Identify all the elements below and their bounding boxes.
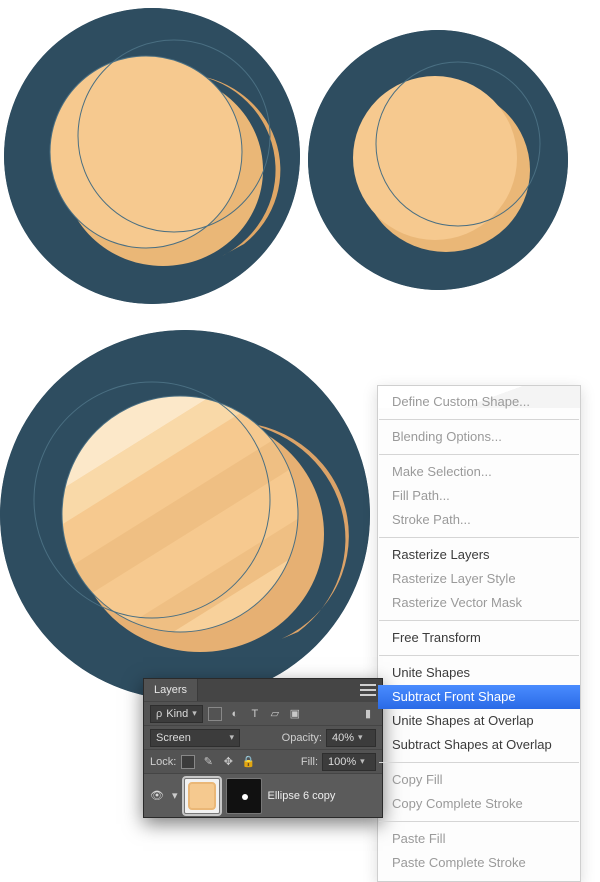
- lock-position-icon[interactable]: ✥: [220, 754, 236, 770]
- menu-separator: [379, 419, 579, 420]
- blend-opacity-row: Screen ▾ Opacity: 40% ▾: [144, 725, 382, 749]
- layers-filter-row: ρ Kind ▾ ◐ T ▱ ▣ ▮: [144, 701, 382, 725]
- opacity-value: 40%: [332, 732, 354, 744]
- menu-separator: [379, 620, 579, 621]
- lock-label: Lock:: [150, 756, 176, 768]
- filter-toggle-icon[interactable]: ▮: [360, 706, 376, 722]
- menu-item: Rasterize Layer Style: [378, 567, 580, 591]
- menu-item: Stroke Path...: [378, 508, 580, 532]
- menu-item[interactable]: Free Transform: [378, 626, 580, 650]
- chevron-down-icon: ▾: [192, 708, 197, 719]
- menu-item[interactable]: Unite Shapes at Overlap: [378, 709, 580, 733]
- filter-smart-icon[interactable]: ▣: [287, 706, 303, 722]
- fill-field[interactable]: 100% ▾: [322, 753, 376, 771]
- layers-panel: Layers ρ Kind ▾ ◐ T ▱ ▣ ▮ Screen ▾ Opaci…: [143, 678, 383, 818]
- menu-item: Blending Options...: [378, 425, 580, 449]
- coin-illustration-bottom: [0, 330, 370, 700]
- menu-item[interactable]: Rasterize Layers: [378, 543, 580, 567]
- blend-mode-value: Screen: [156, 732, 191, 744]
- lock-all-icon[interactable]: 🔒: [240, 754, 256, 770]
- menu-item: Fill Path...: [378, 484, 580, 508]
- context-menu: Define Custom Shape... Blending Options..…: [377, 385, 581, 882]
- filter-shape-icon[interactable]: ▱: [267, 706, 283, 722]
- lock-fill-row: Lock: ✎ ✥ 🔒 Fill: 100% ▾: [144, 749, 382, 773]
- layer-row[interactable]: 👁 ▾ Ellipse 6 copy: [144, 773, 382, 817]
- kind-label: ρ: [156, 708, 162, 720]
- fill-label: Fill:: [301, 756, 318, 768]
- vector-mask-thumbnail[interactable]: [226, 778, 262, 814]
- visibility-eye-icon[interactable]: 👁: [148, 789, 166, 802]
- lock-image-icon[interactable]: ✎: [200, 754, 216, 770]
- opacity-field[interactable]: 40% ▾: [326, 729, 376, 747]
- menu-separator: [379, 454, 579, 455]
- filter-pixel-icon[interactable]: [207, 706, 223, 722]
- menu-item[interactable]: Subtract Shapes at Overlap: [378, 733, 580, 757]
- menu-item[interactable]: Unite Shapes: [378, 661, 580, 685]
- coin-illustration-tr: [308, 30, 568, 290]
- chevron-down-icon[interactable]: ▾: [172, 789, 178, 802]
- coin-illustration-tl: [4, 8, 300, 304]
- menu-separator: [379, 762, 579, 763]
- menu-item: Define Custom Shape...: [378, 390, 580, 414]
- kind-text: Kind: [166, 708, 188, 720]
- lock-transparency-icon[interactable]: [180, 754, 196, 770]
- panel-menu-icon[interactable]: [360, 684, 376, 696]
- chevron-down-icon: ▾: [360, 756, 365, 767]
- menu-item[interactable]: Subtract Front Shape: [378, 685, 580, 709]
- filter-type-icon[interactable]: T: [247, 706, 263, 722]
- filter-adjust-icon[interactable]: ◐: [227, 706, 243, 722]
- chevron-down-icon: ▾: [358, 732, 363, 743]
- menu-item: Make Selection...: [378, 460, 580, 484]
- blend-mode-dropdown[interactable]: Screen ▾: [150, 729, 240, 747]
- opacity-label: Opacity:: [282, 732, 322, 744]
- layers-tab[interactable]: Layers: [144, 679, 198, 701]
- kind-filter-dropdown[interactable]: ρ Kind ▾: [150, 705, 203, 723]
- layer-name[interactable]: Ellipse 6 copy: [268, 790, 336, 802]
- layers-panel-tabs: Layers: [144, 679, 382, 701]
- menu-item: Paste Complete Stroke: [378, 851, 580, 875]
- menu-item: Copy Fill: [378, 768, 580, 792]
- menu-item: Paste Fill: [378, 827, 580, 851]
- layer-thumbnail[interactable]: [184, 778, 220, 814]
- menu-separator: [379, 537, 579, 538]
- menu-item: Copy Complete Stroke: [378, 792, 580, 816]
- menu-separator: [379, 821, 579, 822]
- fill-value: 100%: [328, 756, 356, 768]
- chevron-down-icon: ▾: [229, 732, 234, 743]
- menu-item: Rasterize Vector Mask: [378, 591, 580, 615]
- menu-separator: [379, 655, 579, 656]
